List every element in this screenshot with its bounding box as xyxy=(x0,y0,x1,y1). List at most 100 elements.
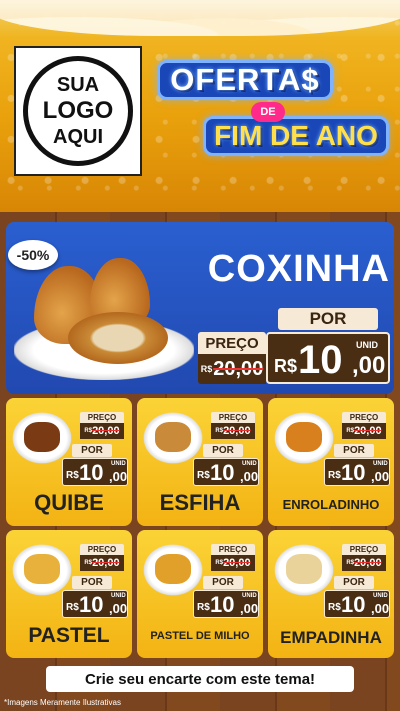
new-integer: 10 xyxy=(210,460,235,485)
promo-title-fim-de-ano: FIM DE ANO xyxy=(203,116,389,156)
new-price: R$ 10 UNID ,00 xyxy=(324,590,390,618)
old-currency: R$ xyxy=(84,560,93,566)
product-name: EMPADINHA xyxy=(280,628,382,647)
preco-label: PREÇO xyxy=(211,544,255,555)
new-cents: ,00 xyxy=(240,469,259,484)
new-price: R$ 10 UNID ,00 xyxy=(193,458,259,486)
new-integer: 10 xyxy=(210,592,235,617)
hero-old-price: R$ 20,00 xyxy=(198,354,266,384)
logo-line-3: AQUI xyxy=(53,126,103,148)
logo-line-2: LOGO xyxy=(42,97,114,124)
old-currency: R$ xyxy=(346,560,355,566)
hero-por-label: POR xyxy=(278,308,378,330)
product-name: ESFIHA xyxy=(159,490,241,515)
old-value: 20,00 xyxy=(354,557,382,569)
product-card-pastel[interactable]: PREÇO R$ 20,00 POR R$ 10 UNID ,00 PASTEL xyxy=(6,530,132,658)
preco-label: PREÇO xyxy=(80,412,124,423)
pastel-de-milho-image xyxy=(155,554,191,584)
new-currency: R$ xyxy=(328,602,341,613)
old-price: R$ 20,00 xyxy=(211,555,255,571)
old-value: 20,00 xyxy=(92,425,120,437)
unit-label: UNID xyxy=(373,461,388,467)
hero-old-value: 20,00 xyxy=(213,357,264,380)
por-label: POR xyxy=(334,576,374,589)
por-label: POR xyxy=(334,444,374,457)
new-cents: ,00 xyxy=(371,601,390,616)
old-currency: R$ xyxy=(346,428,355,434)
product-card-empadinha[interactable]: PREÇO R$ 20,00 POR R$ 10 UNID ,00 EMPADIN… xyxy=(268,530,394,658)
unit-label: UNID xyxy=(111,461,126,467)
discount-badge: -50% xyxy=(8,240,58,270)
por-label: POR xyxy=(203,576,243,589)
create-flyer-cta[interactable]: Crie seu encarte com este tema! xyxy=(46,666,354,692)
unit-label: UNID xyxy=(373,593,388,599)
new-integer: 10 xyxy=(341,592,366,617)
new-currency: R$ xyxy=(66,470,79,481)
logo-circle: SUA LOGO AQUI xyxy=(23,56,133,166)
new-price: R$ 10 UNID ,00 xyxy=(324,458,390,486)
disclaimer-text: *Imagens Meramente Ilustrativas xyxy=(4,698,121,707)
old-price: R$ 20,00 xyxy=(80,555,124,571)
old-value: 20,00 xyxy=(223,557,251,569)
new-currency: R$ xyxy=(197,602,210,613)
logo-placeholder[interactable]: SUA LOGO AQUI xyxy=(14,46,142,176)
product-card-enroladinho[interactable]: PREÇO R$ 20,00 POR R$ 10 UNID ,00 ENROLAD… xyxy=(268,398,394,526)
new-price: R$ 10 UNID ,00 xyxy=(62,458,128,486)
new-cents: ,00 xyxy=(240,601,259,616)
product-name: QUIBE xyxy=(34,490,104,515)
preco-label: PREÇO xyxy=(342,412,386,423)
old-value: 20,00 xyxy=(92,557,120,569)
promo-title-de: DE xyxy=(251,102,285,122)
product-name: PASTEL xyxy=(28,624,110,647)
new-cents: ,00 xyxy=(371,469,390,484)
product-name: ENROLADINHO xyxy=(282,497,380,512)
preco-label: PREÇO xyxy=(342,544,386,555)
old-currency: R$ xyxy=(84,428,93,434)
esfiha-image xyxy=(155,422,191,452)
old-currency: R$ xyxy=(215,560,224,566)
old-currency: R$ xyxy=(215,428,224,434)
enroladinho-image xyxy=(286,422,322,452)
hero-new-currency: R$ xyxy=(274,356,298,376)
old-price: R$ 20,00 xyxy=(80,423,124,439)
new-integer: 10 xyxy=(79,460,104,485)
hero-preco-label: PREÇO xyxy=(198,332,266,354)
preco-label: PREÇO xyxy=(211,412,255,423)
old-price: R$ 20,00 xyxy=(342,555,386,571)
product-card-pastel-de-milho[interactable]: PREÇO R$ 20,00 POR R$ 10 UNID ,00 PASTEL … xyxy=(137,530,263,658)
hero-unit-label: UNID xyxy=(356,340,378,350)
promo-banner: OFERTA$ DE FIM DE ANO xyxy=(155,58,395,162)
unit-label: UNID xyxy=(111,593,126,599)
new-currency: R$ xyxy=(197,470,210,481)
old-price: R$ 20,00 xyxy=(342,423,386,439)
new-currency: R$ xyxy=(328,470,341,481)
hero-new-integer: 10 xyxy=(298,338,343,382)
hero-product-title: COXINHA xyxy=(207,248,390,290)
product-card-esfiha[interactable]: PREÇO R$ 20,00 POR R$ 10 UNID ,00 ESFIHA xyxy=(137,398,263,526)
product-name: PASTEL DE MILHO xyxy=(150,630,250,642)
pastel-image xyxy=(24,554,60,584)
new-cents: ,00 xyxy=(109,469,128,484)
new-integer: 10 xyxy=(341,460,366,485)
hero-old-currency: R$ xyxy=(200,364,213,374)
new-price: R$ 10 UNID ,00 xyxy=(193,590,259,618)
logo-line-1: SUA xyxy=(56,74,100,96)
por-label: POR xyxy=(203,444,243,457)
unit-label: UNID xyxy=(242,461,257,467)
old-value: 20,00 xyxy=(223,425,251,437)
hero-new-cents: ,00 xyxy=(352,352,386,379)
new-integer: 10 xyxy=(79,592,104,617)
promo-title-ofertas: OFERTA$ xyxy=(157,60,333,100)
empadinha-image xyxy=(286,554,322,584)
preco-label: PREÇO xyxy=(80,544,124,555)
unit-label: UNID xyxy=(242,593,257,599)
new-cents: ,00 xyxy=(109,601,128,616)
beer-foam xyxy=(0,0,400,36)
coxinha-cut-image xyxy=(68,312,168,364)
new-price: R$ 10 UNID ,00 xyxy=(62,590,128,618)
por-label: POR xyxy=(72,576,112,589)
product-card-quibe[interactable]: PREÇO R$ 20,00 POR R$ 10 UNID ,00 QUIBE xyxy=(6,398,132,526)
hero-new-price: R$ 10 UNID ,00 xyxy=(266,332,390,384)
por-label: POR xyxy=(72,444,112,457)
old-price: R$ 20,00 xyxy=(211,423,255,439)
